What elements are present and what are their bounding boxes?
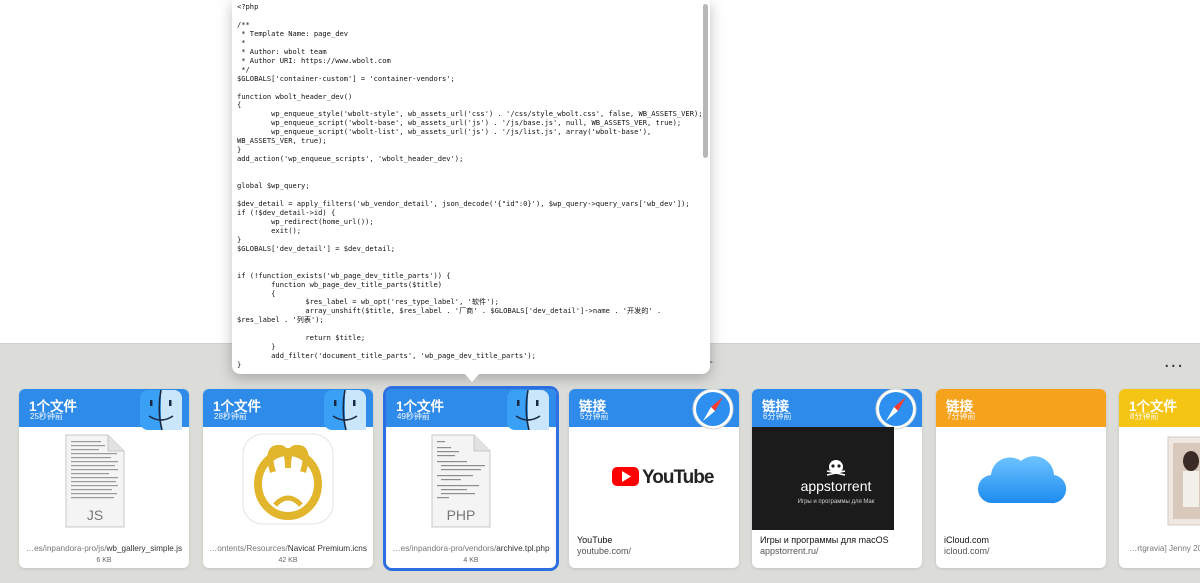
preview-scrollbar[interactable] [703,4,708,158]
shelf-item-photo-file[interactable]: 1个文件 8分钟前 …rtgravia] Jenny 20 [1119,389,1200,568]
finder-icon [507,389,549,430]
shelf-item-icns-file[interactable]: 1个文件 28秒钟前 …ontents/Resources/Navicat Pr… [203,389,373,568]
shelf-item-appstorrent-link[interactable]: 链接 6分钟前 appstorrent Игры и программы для… [752,389,922,568]
php-document-icon: PHP [431,434,491,528]
link-url: icloud.com/ [944,546,990,556]
card-header: 1个文件 49秒钟前 [386,389,556,430]
card-header: 链接 5分钟前 [569,389,739,430]
code-preview-popover: <?php /** * Template Name: page_dev * * … [232,0,710,374]
safari-icon [692,389,734,430]
js-document-icon: JS [65,434,125,528]
card-filesize: 42 KB [278,557,298,564]
card-header: 1个文件 28秒钟前 [203,389,373,430]
link-url: appstorrent.ru/ [760,546,819,556]
link-title: YouTube [577,535,613,545]
card-time: 28秒钟前 [214,412,247,421]
card-header: 1个文件 25秒钟前 [19,389,189,430]
card-filename: …es/inpandora-pro/vendors/archive.tpl.ph… [392,544,550,553]
shelf-item-php-file[interactable]: 1个文件 49秒钟前 PHP …es/inpandora-pro/vendors… [386,389,556,568]
youtube-wordmark: YouTube [642,467,714,488]
code-preview-text: <?php /** * Template Name: page_dev * * … [237,2,703,370]
icloud-icon [977,456,1067,504]
doc-type-label: JS [87,507,103,523]
card-filename: …ontents/Resources/Navicat Premium.icns [209,544,367,553]
card-filesize: 6 KB [96,557,112,564]
card-header: 链接 6分钟前 [752,389,922,430]
popover-arrow [463,372,481,382]
card-header: 1个文件 8分钟前 [1119,389,1200,427]
finder-icon [140,389,182,430]
more-options-button[interactable]: ··· [1164,356,1184,377]
card-time: 49秒钟前 [397,412,430,421]
link-title: Игры и программы для macOS [760,535,889,545]
card-filename: …rtgravia] Jenny 20 [1129,544,1200,553]
photo-thumbnail [1167,436,1200,526]
appstorrent-tagline: Игры и программы для Мак [798,499,875,505]
card-filesize: 4 KB [463,557,479,564]
card-time: 6分钟前 [763,412,792,421]
finder-icon [324,389,366,430]
link-title: iCloud.com [944,535,990,545]
card-filename: …es/inpandora-pro/js/wb_gallery_simple.j… [25,544,183,553]
shelf-item-icloud-link[interactable]: 链接 7分钟前 iCloud.com icloud.com/ [936,389,1106,568]
card-time: 5分钟前 [580,412,609,421]
shelf-item-youtube-link[interactable]: 链接 5分钟前 YouTube YouTube youtube.com/ [569,389,739,568]
card-time: 8分钟前 [1130,412,1159,421]
youtube-logo: YouTube [612,467,715,488]
navicat-icon [242,433,334,525]
doc-type-label: PHP [447,507,476,523]
card-header: 链接 7分钟前 [936,389,1106,427]
link-url: youtube.com/ [577,546,632,556]
safari-icon [875,389,917,430]
card-time: 7分钟前 [947,412,976,421]
card-time: 25秒钟前 [30,412,63,421]
appstorrent-wordmark: appstorrent [801,478,872,494]
shelf-item-js-file[interactable]: 1个文件 25秒钟前 JS …es/inpandora-pro/js/wb_ga… [19,389,189,568]
appstorrent-logo: appstorrent Игры и программы для Мак [752,427,894,530]
